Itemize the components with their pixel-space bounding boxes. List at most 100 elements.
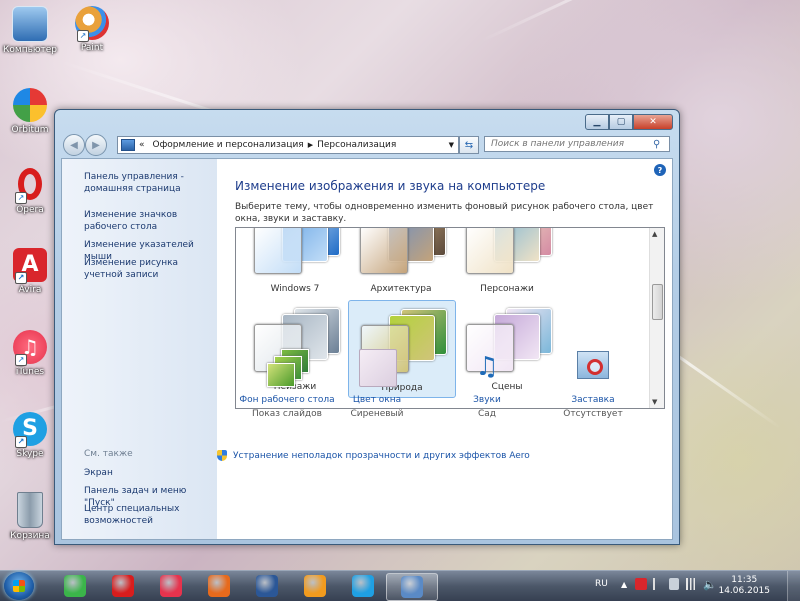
scroll-up-icon[interactable]: ▲ bbox=[652, 230, 657, 238]
address-dropdown-icon[interactable]: ▼ bbox=[449, 141, 454, 149]
theme-name: Архитектура bbox=[370, 284, 432, 294]
aero-troubleshoot-link[interactable]: Устранение неполадок прозрачности и друг… bbox=[217, 450, 530, 461]
option-label[interactable]: Заставка bbox=[539, 395, 647, 405]
taskbar-item-control-panel[interactable] bbox=[386, 573, 438, 601]
search-icon[interactable]: ⚲ bbox=[653, 139, 660, 150]
window-content: Панель управления - домашняя страница Из… bbox=[61, 158, 673, 540]
theme-item[interactable]: Архитектура bbox=[348, 228, 454, 298]
taskbar-item-orbitum[interactable] bbox=[50, 573, 100, 599]
link-control-panel-home[interactable]: Панель управления - домашняя страница bbox=[84, 171, 212, 195]
option-sounds[interactable]: ♫ Звуки Сад bbox=[433, 349, 541, 419]
taskbar-item-skype[interactable] bbox=[338, 573, 388, 599]
desktop-icon-label: Компьютер bbox=[3, 45, 57, 55]
scrollbar-thumb[interactable] bbox=[652, 284, 663, 320]
flag-icon[interactable] bbox=[653, 578, 665, 590]
link-ease-of-access[interactable]: Центр специальных возможностей bbox=[84, 503, 212, 527]
usb-icon[interactable] bbox=[669, 578, 679, 590]
itunes-icon: ♫ ↗ bbox=[13, 330, 47, 366]
caption-buttons: ▁ ▢ ✕ bbox=[585, 114, 673, 130]
orbitum-icon bbox=[13, 88, 47, 122]
avira-tray-icon[interactable] bbox=[635, 578, 647, 590]
breadcrumb-appearance[interactable]: Оформление и персонализация bbox=[149, 140, 308, 150]
desktop-icon-recycle-bin[interactable]: Корзина bbox=[0, 492, 60, 541]
theme-item[interactable]: Windows 7 bbox=[242, 228, 348, 298]
personalization-window: ▁ ▢ ✕ ◀ ▶ « Оформление и персонализация … bbox=[54, 109, 680, 545]
show-desktop-button[interactable] bbox=[787, 571, 800, 601]
option-label[interactable]: Цвет окна bbox=[323, 395, 431, 405]
main-pane: ? Изменение изображения и звука на компь… bbox=[217, 159, 672, 539]
address-chevrons[interactable]: « bbox=[135, 140, 149, 150]
desktop-icon-itunes[interactable]: ♫ ↗ iTunes bbox=[0, 330, 60, 377]
control-panel-icon bbox=[401, 576, 423, 598]
skype-icon: S ↗ bbox=[13, 412, 47, 448]
opera-icon bbox=[112, 575, 134, 597]
desktop-icon-label: Paint bbox=[80, 43, 104, 53]
orbitum-icon bbox=[64, 575, 86, 597]
option-window-color[interactable]: Цвет окна Сиреневый bbox=[323, 349, 431, 419]
link-screen[interactable]: Экран bbox=[84, 467, 212, 479]
maximize-button[interactable]: ▢ bbox=[609, 114, 633, 130]
recycle-bin-icon bbox=[17, 492, 43, 528]
language-indicator[interactable]: RU bbox=[595, 579, 608, 589]
option-label[interactable]: Звуки bbox=[433, 395, 541, 405]
theme-name: Персонажи bbox=[480, 284, 534, 294]
refresh-button[interactable]: ⇆ bbox=[459, 136, 479, 154]
paint-icon: ↗ bbox=[75, 6, 109, 42]
refresh-icon: ⇆ bbox=[464, 139, 474, 151]
taskbar-item-itunes[interactable] bbox=[146, 573, 196, 599]
opera-icon: ↗ bbox=[13, 168, 47, 204]
shield-icon bbox=[217, 450, 227, 461]
desktop-icon-label: Avira bbox=[18, 285, 42, 295]
taskbar-item-media-player[interactable] bbox=[290, 573, 340, 599]
theme-name: Windows 7 bbox=[270, 284, 320, 294]
show-hidden-icons[interactable]: ▲ bbox=[621, 580, 627, 589]
taskbar-item-outlook[interactable] bbox=[194, 573, 244, 599]
taskbar-item-word[interactable] bbox=[242, 573, 292, 599]
back-button[interactable]: ◀ bbox=[63, 134, 85, 156]
system-tray: RU ▲ 🔈 11:35 14.06.2015 bbox=[585, 571, 800, 601]
desktop-background-icon bbox=[267, 349, 309, 389]
theme-item[interactable]: Персонажи bbox=[454, 228, 560, 298]
link-change-desktop-icons[interactable]: Изменение значков рабочего стола bbox=[84, 209, 212, 233]
desktop-icon-orbitum[interactable]: Orbitum bbox=[0, 88, 60, 135]
scroll-down-icon[interactable]: ▼ bbox=[652, 398, 657, 406]
clock[interactable]: 11:35 14.06.2015 bbox=[718, 575, 770, 597]
address-bar[interactable]: « Оформление и персонализация ▶ Персонал… bbox=[117, 136, 459, 154]
search-box[interactable]: ⚲ bbox=[484, 136, 670, 152]
left-pane: Панель управления - домашняя страница Из… bbox=[62, 159, 217, 539]
theme-list-scrollbar[interactable]: ▲ ▼ bbox=[649, 228, 664, 408]
aero-link-label[interactable]: Устранение неполадок прозрачности и друг… bbox=[233, 451, 530, 461]
theme-preview bbox=[466, 228, 552, 274]
close-button[interactable]: ✕ bbox=[633, 114, 673, 130]
page-title: Изменение изображения и звука на компьют… bbox=[235, 179, 546, 193]
sounds-icon: ♫ bbox=[475, 352, 499, 382]
network-icon[interactable] bbox=[685, 578, 697, 590]
word-icon bbox=[256, 575, 278, 597]
taskbar: RU ▲ 🔈 11:35 14.06.2015 bbox=[0, 570, 800, 601]
start-button[interactable] bbox=[4, 572, 34, 600]
option-screensaver[interactable]: Заставка Отсутствует bbox=[539, 349, 647, 419]
computer-icon bbox=[12, 6, 48, 42]
volume-icon[interactable]: 🔈 bbox=[703, 578, 717, 591]
desktop-icon-computer[interactable]: Компьютер bbox=[0, 6, 60, 55]
help-icon[interactable]: ? bbox=[654, 164, 666, 176]
page-description: Выберите тему, чтобы одновременно измени… bbox=[235, 202, 654, 224]
avira-icon: A ↗ bbox=[13, 248, 47, 284]
option-value: Отсутствует bbox=[563, 409, 623, 419]
desktop-icon-paint[interactable]: ↗ Paint bbox=[62, 6, 122, 53]
screensaver-icon bbox=[573, 349, 613, 389]
desktop-icon-opera[interactable]: ↗ Opera bbox=[0, 168, 60, 215]
desktop-icon-skype[interactable]: S ↗ Skype bbox=[0, 412, 60, 459]
minimize-button[interactable]: ▁ bbox=[585, 114, 609, 130]
clock-date: 14.06.2015 bbox=[718, 586, 770, 596]
breadcrumb-personalization[interactable]: Персонализация bbox=[313, 140, 400, 150]
search-input[interactable] bbox=[489, 138, 653, 150]
windows-logo-icon bbox=[13, 580, 25, 592]
desktop-icon-avira[interactable]: A ↗ Avira bbox=[0, 248, 60, 295]
desktop-icon-label: Skype bbox=[16, 449, 44, 459]
link-change-account-picture[interactable]: Изменение рисунка учетной записи bbox=[84, 257, 212, 281]
itunes-icon bbox=[160, 575, 182, 597]
forward-button[interactable]: ▶ bbox=[85, 134, 107, 156]
taskbar-item-opera[interactable] bbox=[98, 573, 148, 599]
desktop-icon-label: Opera bbox=[16, 205, 44, 215]
